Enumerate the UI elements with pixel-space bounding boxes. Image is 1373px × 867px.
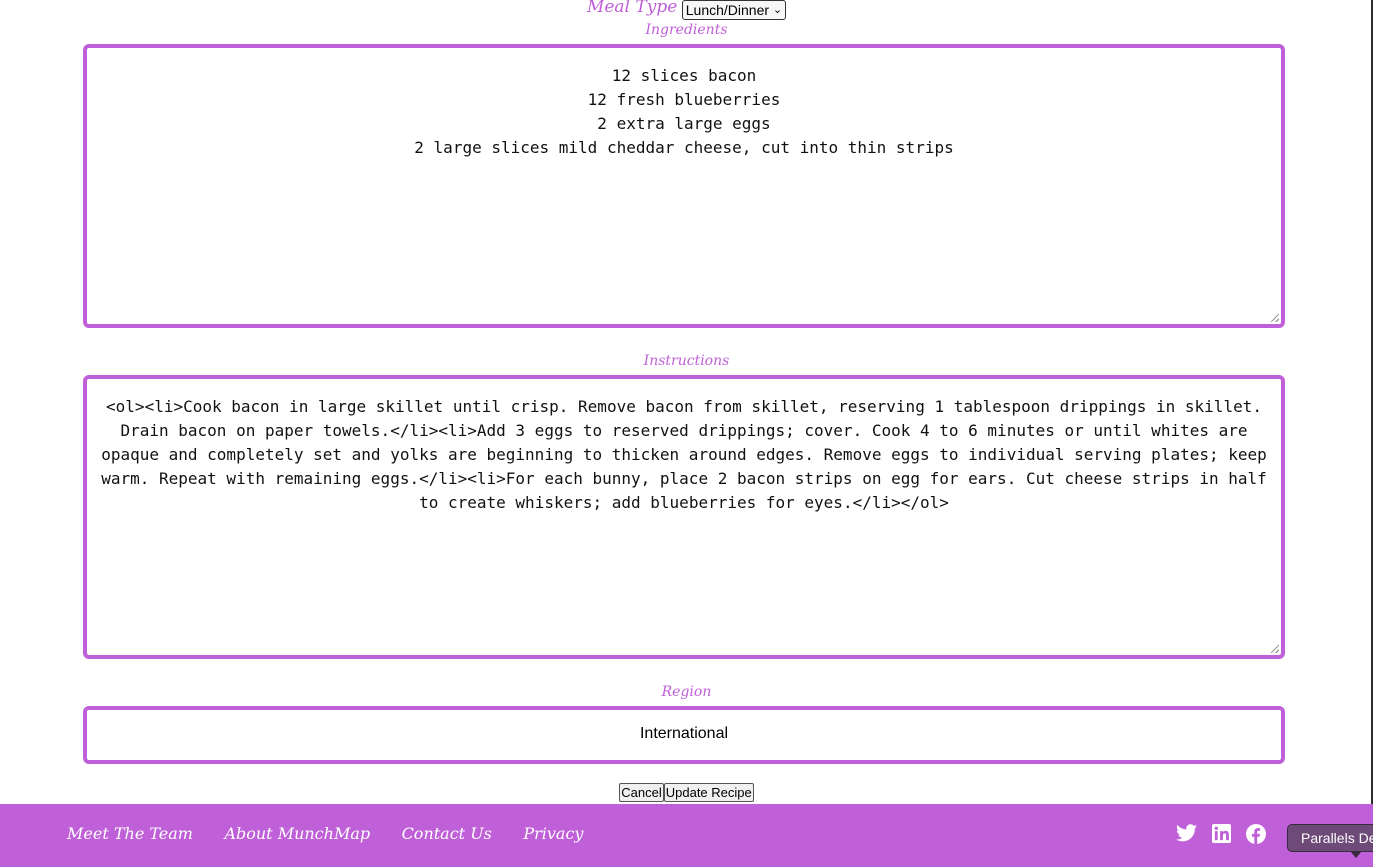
meal-type-row: Meal Type Lunch/Dinner ⌄ (0, 0, 1373, 22)
parallels-tooltip: Parallels De (1287, 824, 1373, 852)
instructions-textarea[interactable]: <ol><li>Cook bacon in large skillet unti… (83, 375, 1285, 659)
footer-link-privacy[interactable]: Privacy (523, 824, 583, 843)
cancel-button[interactable]: Cancel (619, 783, 664, 802)
ingredients-label: Ingredients (645, 22, 728, 38)
footer: Meet The Team About MunchMap Contact Us … (0, 804, 1373, 867)
instructions-text: <ol><li>Cook bacon in large skillet unti… (101, 397, 1267, 512)
resize-handle-icon[interactable] (1271, 314, 1279, 322)
footer-link-meet-the-team[interactable]: Meet The Team (67, 824, 193, 843)
meal-type-label: Meal Type (586, 0, 678, 17)
tooltip-arrow (1350, 851, 1362, 858)
twitter-icon[interactable] (1176, 824, 1197, 842)
meal-type-select[interactable]: Lunch/Dinner ⌄ (681, 0, 787, 20)
linkedin-icon[interactable] (1212, 824, 1231, 843)
facebook-icon[interactable] (1246, 824, 1266, 844)
ingredients-textarea[interactable]: 12 slices bacon 12 fresh blueberries 2 e… (83, 44, 1285, 328)
chevron-down-icon: ⌄ (772, 4, 783, 16)
ingredients-text: 12 slices bacon 12 fresh blueberries 2 e… (414, 66, 954, 157)
footer-nav: Meet The Team About MunchMap Contact Us … (67, 824, 610, 844)
footer-link-contact[interactable]: Contact Us (402, 824, 492, 843)
footer-link-about[interactable]: About MunchMap (224, 824, 370, 843)
resize-handle-icon[interactable] (1271, 645, 1279, 653)
update-recipe-button[interactable]: Update Recipe (663, 783, 754, 802)
instructions-label: Instructions (643, 353, 730, 369)
form-actions: Cancel Update Recipe (0, 783, 1373, 802)
region-value: International (639, 725, 729, 742)
region-input[interactable]: International (83, 706, 1285, 764)
meal-type-selected: Lunch/Dinner (685, 2, 770, 18)
region-label: Region (661, 684, 712, 700)
